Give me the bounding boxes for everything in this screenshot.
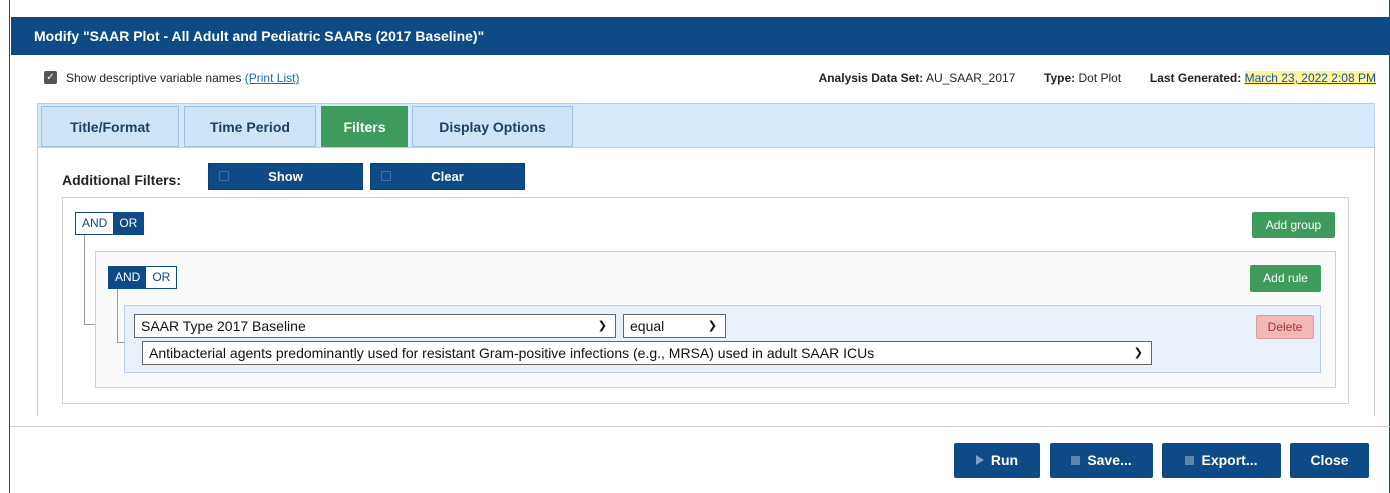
tab-bar: Title/Format Time Period Filters Display… [37,103,1375,148]
print-list-link[interactable]: (Print List) [245,71,300,85]
additional-filters-label: Additional Filters: [62,172,181,188]
tab-time-period[interactable]: Time Period [184,106,316,147]
dialog-title: Modify "SAAR Plot - All Adult and Pediat… [11,17,1390,55]
tab-filters[interactable]: Filters [321,106,408,147]
add-rule-button[interactable]: Add rule [1250,265,1321,292]
export-button[interactable]: Export... [1162,443,1281,478]
inner-and-option[interactable]: AND [109,267,147,288]
show-descriptive-checkbox[interactable]: ✓ [44,71,57,84]
save-label: Save... [1087,452,1132,468]
outer-or-option[interactable]: OR [113,213,144,234]
chevron-down-icon: ❯ [1133,347,1143,359]
last-generated-label: Last Generated: [1149,71,1242,85]
rule-operator-select[interactable]: equal ❯ [623,314,726,338]
rule-value-text: Antibacterial agents predominantly used … [149,345,875,361]
add-group-button[interactable]: Add group [1252,212,1335,238]
analysis-meta: Analysis Data Set: AU_SAAR_2017 Type: Do… [819,71,1376,85]
run-label: Run [990,452,1019,468]
type-label: Type: [1044,71,1076,85]
export-label: Export... [1201,452,1258,468]
tab-display-options[interactable]: Display Options [412,106,573,147]
save-icon [1071,456,1081,465]
show-filters-button[interactable]: Show [208,163,363,190]
rule-field-select[interactable]: SAAR Type 2017 Baseline ❯ [134,314,616,338]
chevron-down-icon: ❯ [597,320,607,332]
meta-row: ✓ Show descriptive variable names (Print… [44,68,1376,88]
show-descriptive-label: Show descriptive variable names (Print L… [66,71,299,85]
rule-value-select[interactable]: Antibacterial agents predominantly used … [142,341,1152,365]
outer-group-conjunction-toggle[interactable]: AND OR [75,212,145,235]
close-button[interactable]: Close [1290,443,1369,478]
tab-title-format[interactable]: Title/Format [41,106,179,147]
type-value: Dot Plot [1078,71,1122,85]
save-button[interactable]: Save... [1050,443,1153,478]
delete-rule-button[interactable]: Delete [1256,315,1314,339]
footer-divider [10,426,1390,427]
analysis-data-set-value: AU_SAAR_2017 [925,71,1016,85]
inner-or-option[interactable]: OR [146,267,177,288]
last-generated-value[interactable]: March 23, 2022 2:08 PM [1244,71,1376,85]
chevron-down-icon: ❯ [707,320,717,332]
show-descriptive-text: Show descriptive variable names [66,71,242,85]
clear-icon [381,171,391,181]
rule-field-value: SAAR Type 2017 Baseline [141,318,306,334]
export-icon [1185,456,1195,465]
analysis-data-set-label: Analysis Data Set: [818,71,924,85]
show-button-label: Show [268,169,303,184]
inner-group-conjunction-toggle[interactable]: AND OR [108,266,178,289]
clear-filters-button[interactable]: Clear [370,163,525,190]
outer-and-option[interactable]: AND [76,213,114,234]
play-icon [975,455,984,465]
rule-operator-value: equal [630,318,665,334]
show-icon [219,171,229,181]
clear-button-label: Clear [431,169,464,184]
run-button[interactable]: Run [954,443,1040,478]
